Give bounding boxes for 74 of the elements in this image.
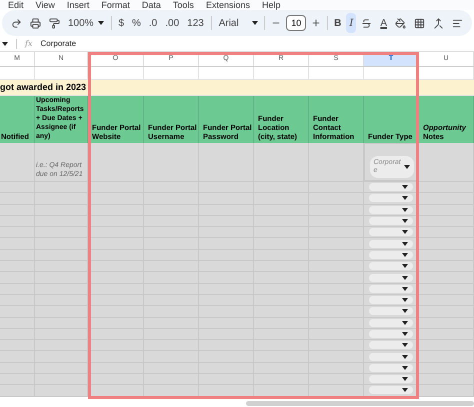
dropdown-chip[interactable] xyxy=(369,375,413,384)
dropdown-chip[interactable] xyxy=(369,240,413,248)
plus-icon xyxy=(311,18,322,28)
number-format-button[interactable]: 123 xyxy=(184,13,207,33)
menu-item[interactable]: View xyxy=(36,1,55,10)
paint-roller-icon xyxy=(49,18,60,28)
caret-icon xyxy=(402,276,408,280)
scrollbar-thumb[interactable] xyxy=(246,400,474,406)
menu-item[interactable]: Data xyxy=(142,1,161,10)
strikethrough-icon xyxy=(361,18,372,28)
print-icon xyxy=(30,18,41,28)
caret-icon xyxy=(402,320,408,325)
banner-text: got awarded in 2023 xyxy=(0,80,86,94)
dropdown-chip[interactable] xyxy=(369,386,413,394)
dropdown-chip[interactable] xyxy=(369,206,413,214)
increase-decimals-button[interactable]: .00 xyxy=(162,13,182,33)
formula-label: fx xyxy=(25,38,32,50)
caret-icon xyxy=(402,264,408,268)
dropdown-chip[interactable] xyxy=(369,183,413,192)
dropdown-chip[interactable] xyxy=(369,352,413,361)
dropdown-chip[interactable] xyxy=(369,341,413,350)
paint-bucket-icon xyxy=(394,18,406,28)
menu-item[interactable]: Edit xyxy=(8,1,24,10)
caret-icon xyxy=(402,377,408,382)
italic-button[interactable]: I xyxy=(346,13,356,33)
font-size-field[interactable]: 10 xyxy=(286,15,306,31)
bold-button[interactable]: B xyxy=(331,13,344,33)
caret-icon xyxy=(402,366,408,370)
dropdown-chip[interactable] xyxy=(369,296,413,304)
dropdown-chip[interactable] xyxy=(369,217,413,226)
currency-button[interactable]: $ xyxy=(115,13,127,33)
caret-icon xyxy=(402,252,408,257)
dropdown-chip[interactable] xyxy=(369,250,413,259)
caret-icon xyxy=(402,343,408,348)
grid-icon xyxy=(414,18,425,28)
menu-item[interactable]: Help xyxy=(262,1,280,10)
dropdown-chip[interactable] xyxy=(369,318,413,327)
caret-icon xyxy=(2,42,8,46)
caret-icon xyxy=(98,21,104,25)
redo-icon xyxy=(11,18,22,28)
dropdown-chip[interactable] xyxy=(369,274,413,282)
menu-item[interactable]: Insert xyxy=(66,1,90,10)
caret-icon xyxy=(402,230,408,234)
font-dropdown[interactable]: Arial xyxy=(216,13,262,33)
menu-item[interactable]: Format xyxy=(101,1,130,10)
dropdown-chip[interactable] xyxy=(369,307,413,316)
caret-icon xyxy=(402,185,408,190)
caret-icon xyxy=(402,332,408,336)
caret-icon xyxy=(404,165,410,169)
caret-icon xyxy=(402,298,408,302)
caret-icon xyxy=(402,354,408,359)
caret-icon xyxy=(252,21,258,25)
caret-icon xyxy=(402,196,408,200)
merge-icon xyxy=(432,18,444,28)
dropdown-chip[interactable] xyxy=(369,194,413,202)
dropdown-chip[interactable] xyxy=(369,284,413,293)
percent-button[interactable]: % xyxy=(129,13,144,33)
text-color-button[interactable]: A xyxy=(377,13,390,33)
caret-icon xyxy=(402,208,408,212)
decrease-decimals-button[interactable]: .0 xyxy=(146,13,160,33)
caret-icon xyxy=(402,309,408,314)
caret-icon xyxy=(402,242,408,246)
caret-icon xyxy=(402,286,408,291)
zoom-dropdown[interactable]: 100% xyxy=(65,13,107,33)
dropdown-chip[interactable] xyxy=(369,364,413,372)
menu-item[interactable]: Tools xyxy=(172,1,194,10)
caret-icon xyxy=(402,219,408,224)
dropdown-chip[interactable] xyxy=(369,262,413,270)
dropdown-chip[interactable] xyxy=(369,228,413,236)
align-left-icon xyxy=(452,18,463,28)
dropdown-chip[interactable] xyxy=(369,330,413,338)
caret-icon xyxy=(402,388,408,392)
menu-item[interactable]: Extensions xyxy=(206,1,250,10)
formula-field[interactable]: Corporate xyxy=(40,38,76,50)
